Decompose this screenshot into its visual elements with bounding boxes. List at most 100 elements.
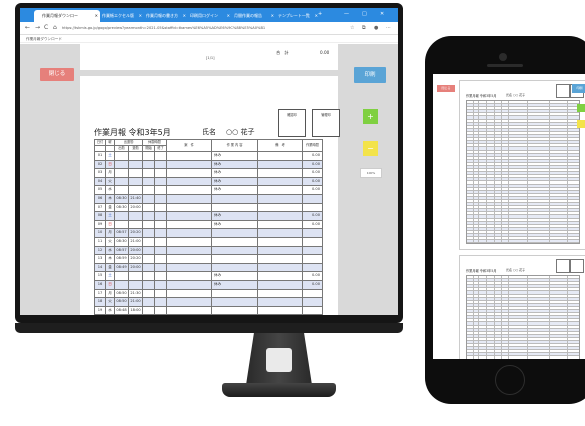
print-button[interactable]: 印刷 (354, 67, 386, 83)
mobile-table-cell-divider (567, 131, 568, 135)
mobile-zoom-in-button[interactable] (577, 104, 585, 112)
back-icon[interactable]: ← (25, 22, 30, 34)
mobile-table-cell-divider (508, 291, 509, 294)
close-button[interactable]: 閉じる (40, 68, 74, 81)
clock-in-cell (114, 168, 129, 178)
table-row: 07 金 08:30 20:00 (94, 202, 323, 213)
mobile-table-cell-divider (527, 209, 528, 212)
mobile-table-cell-divider (478, 209, 479, 212)
notes-cell (257, 288, 303, 299)
mobile-table-cell-divider (501, 331, 502, 334)
mobile-table-cell-divider (486, 203, 487, 206)
project-cell (166, 168, 212, 178)
mobile-table-cell-divider (494, 237, 495, 240)
mobile-table-cell-divider (501, 135, 502, 138)
mobile-table-cell-divider (549, 175, 550, 178)
mobile-table-cell-divider (473, 144, 474, 147)
clock-in-cell: 08:50 (114, 288, 129, 299)
hours-cell (302, 236, 323, 247)
bookmark-item[interactable]: 作業月報ダウンロード (26, 37, 62, 41)
table-row: 17 月 08:50 21:30 (94, 288, 323, 299)
browser-tab[interactable]: 作業月報の書き方 ✕ (138, 10, 188, 22)
browser-tab[interactable]: テンプレート一覧 ✕ (270, 10, 320, 22)
mobile-table-cell-divider (473, 310, 474, 313)
collections-icon[interactable]: ⧉ (362, 22, 366, 34)
reload-icon[interactable]: C (44, 22, 48, 34)
mobile-table-cell-divider (549, 316, 550, 319)
mobile-close-button[interactable]: 閉じる (437, 85, 455, 92)
mobile-table-cell-divider (508, 224, 509, 227)
bookmark-bar: 作業月報ダウンロード (20, 35, 398, 43)
favorite-icon[interactable]: ☆ (350, 22, 354, 34)
mobile-table-cell-divider (501, 141, 502, 144)
mobile-table-cell-divider (549, 141, 550, 144)
mobile-table-cell-divider (549, 135, 550, 138)
mobile-table-cell-divider (473, 131, 474, 135)
forward-icon[interactable]: → (35, 22, 40, 34)
mobile-table-cell-divider (508, 125, 509, 128)
profile-icon[interactable]: ● (374, 22, 378, 34)
url-field[interactable]: https://tskmis.go.jp/gogo/preview?yearmo… (62, 24, 342, 32)
zoom-out-button[interactable]: − (363, 141, 378, 156)
mobile-table-cell-divider (527, 113, 528, 116)
mobile-table-cell-divider (549, 107, 550, 110)
mobile-table-cell-divider (527, 319, 528, 322)
menu-icon[interactable]: ⋯ (386, 22, 391, 34)
browser-tab[interactable]: 作業月報ダウンロー ✕ (34, 10, 100, 22)
mobile-table-cell-divider (527, 169, 528, 172)
mobile-table-cell-divider (527, 203, 528, 206)
stamp-box: 管理印 (312, 109, 340, 137)
mobile-table-cell-divider (494, 181, 495, 184)
zoom-in-button[interactable]: + (363, 109, 378, 124)
mobile-table-cell-divider (549, 169, 550, 172)
mobile-worklog-table (466, 100, 580, 245)
dow-cell: 木 (105, 193, 115, 204)
browser-tab[interactable]: 印刷用ログイン ✕ (182, 10, 232, 22)
mobile-table-cell-divider (473, 209, 474, 212)
mobile-table-cell-divider (567, 350, 568, 353)
mobile-table-cell-divider (527, 230, 528, 234)
mobile-table-cell-divider (494, 331, 495, 334)
browser-tab[interactable]: 作業帳エクセル版 ✕ (94, 10, 144, 22)
mobile-zoom-out-button[interactable] (577, 120, 585, 128)
mobile-table-cell-divider (549, 303, 550, 306)
new-tab-button[interactable]: + (318, 8, 322, 20)
mobile-table-cell-divider (527, 125, 528, 128)
mobile-table-cell-divider (486, 147, 487, 150)
work-content-cell (211, 193, 258, 204)
zoom-reset-button[interactable]: 100% (360, 168, 382, 178)
mobile-table-cell-divider (473, 162, 474, 165)
browser-tab[interactable]: 月間作業の報告 ✕ (226, 10, 276, 22)
mobile-print-button[interactable]: 印刷 (572, 84, 585, 93)
mobile-table-cell-divider (508, 172, 509, 175)
mobile-table-cell-divider (501, 178, 502, 181)
mobile-table-cell-divider (473, 116, 474, 119)
clock-out-cell: 20:20 (128, 228, 143, 238)
mobile-table-cell-divider (473, 288, 474, 291)
mobile-table-cell-divider (473, 234, 474, 237)
close-window-icon[interactable]: ✕ (380, 8, 384, 20)
mobile-table-cell-divider (549, 331, 550, 334)
mobile-table-cell-divider (567, 325, 568, 328)
minimize-icon[interactable]: — (344, 8, 349, 20)
mobile-table-cell-divider (527, 206, 528, 209)
mobile-table-cell-divider (494, 101, 495, 104)
mobile-table-cell-divider (501, 156, 502, 159)
clock-out-cell (128, 185, 143, 195)
home-icon[interactable]: ⌂ (53, 22, 57, 34)
mobile-table-cell-divider (501, 119, 502, 122)
notes-cell (257, 305, 303, 315)
mobile-table-cell-divider (501, 319, 502, 322)
mobile-table-cell-divider (567, 230, 568, 234)
break-end-cell (154, 245, 167, 256)
mobile-table-cell-divider (501, 328, 502, 331)
mobile-table-cell-divider (567, 172, 568, 175)
mobile-table-cell-divider (501, 347, 502, 350)
mobile-table-cell-divider (486, 122, 487, 125)
mobile-table-cell-divider (527, 288, 528, 291)
home-button[interactable] (495, 365, 525, 395)
clock-in-cell (114, 159, 129, 170)
maximize-icon[interactable]: □ (362, 8, 367, 20)
browser-tabbar: 作業月報ダウンロー ✕ 作業帳エクセル版 ✕ 作業月報の書き方 ✕ 印刷用ログイン ✕ … (20, 8, 398, 22)
mobile-table-cell-divider (549, 353, 550, 356)
